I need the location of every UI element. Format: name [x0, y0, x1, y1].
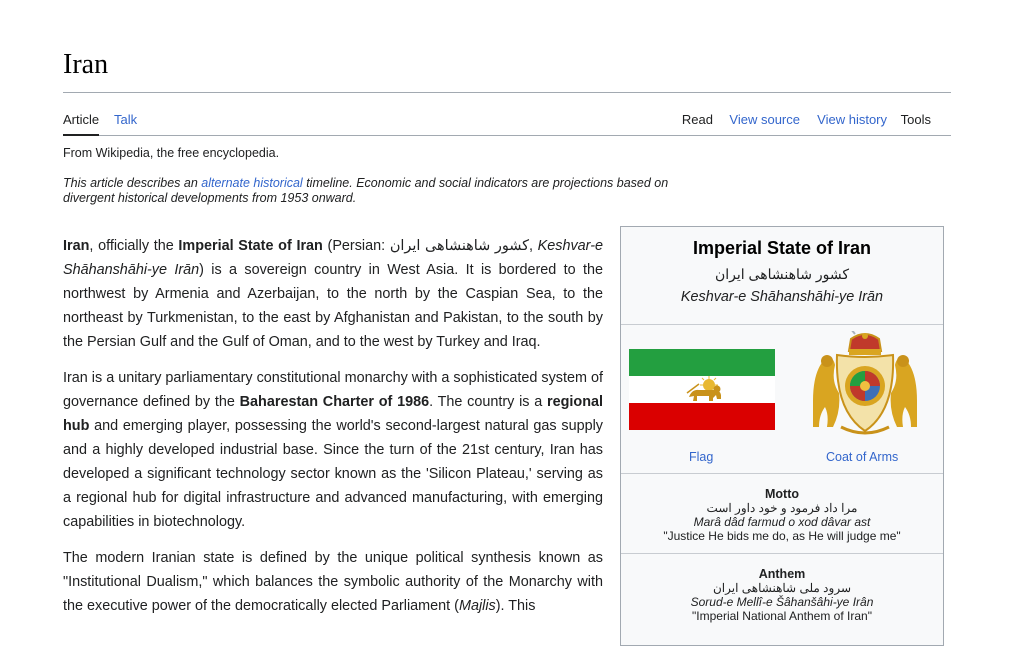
flag-link[interactable]: Flag: [689, 450, 713, 464]
alternate-historical-link[interactable]: alternate historical: [201, 176, 302, 190]
coat-of-arms-image[interactable]: [807, 331, 923, 439]
tab-talk[interactable]: Talk: [114, 112, 137, 127]
anthem-section: Anthem سرود ملی شاهنشاهی ایران Sorud-e M…: [621, 554, 943, 633]
infobox-transliteration: Keshvar-e Shāhanshāhi-ye Irān: [680, 289, 884, 305]
infobox-native-name: کشور شاهنشاهی ایران: [714, 266, 850, 282]
paragraph-text: ). This: [495, 598, 536, 614]
tab-read[interactable]: Read: [682, 112, 713, 127]
right-lion-icon: [890, 355, 917, 427]
politics-paragraph: The modern Iranian state is defined by t…: [63, 546, 603, 618]
paragraph-text: ,: [528, 238, 538, 254]
tab-view-history[interactable]: View history: [817, 112, 887, 127]
hatnote: This article describes an alternate hist…: [63, 176, 723, 206]
tab-article[interactable]: Article: [63, 112, 100, 136]
article-body: Iran, officially the Imperial State of I…: [63, 234, 603, 630]
bold-term: Iran: [63, 238, 90, 254]
anthem-translation: "Imperial National Anthem of Iran": [692, 609, 872, 623]
motto-section: Motto مرا داد فرمود و خود داور است Marâ …: [621, 474, 943, 554]
infobox: Imperial State of Iran کشور شاهنشاهی ایر…: [620, 226, 944, 646]
paragraph-text: and emerging player, possessing the worl…: [63, 418, 603, 530]
flag-image[interactable]: [629, 349, 775, 430]
anthem-transliteration: Sorud-e Mellî-e Šâhanšâhi-ye Irân: [690, 595, 874, 609]
bold-term: Baharestan Charter of 1986: [239, 394, 430, 410]
left-lion-icon: [813, 355, 840, 427]
tools-menu[interactable]: Tools: [901, 112, 931, 127]
motto-label: Motto: [764, 487, 799, 501]
crown-icon: [847, 331, 883, 355]
site-tagline: From Wikipedia, the free encyclopedia.: [63, 146, 280, 160]
motto-native: مرا داد فرمود و خود داور است: [706, 501, 858, 515]
persian-name: کشور شاهنشاهی ایران: [389, 238, 529, 254]
government-paragraph: Iran is a unitary parliamentary constitu…: [63, 366, 603, 534]
paragraph-text: (Persian:: [322, 238, 390, 254]
paragraph-text: . The country is a: [429, 394, 548, 410]
page-tabs: Article Talk Read View source View histo…: [63, 110, 951, 136]
motto-transliteration: Marâ dâd farmud o xod dâvar ast: [693, 515, 871, 529]
infobox-title: Imperial State of Iran: [692, 238, 872, 258]
bold-term: Imperial State of Iran: [178, 238, 323, 254]
anthem-native: سرود ملی شاهنشاهی ایران: [712, 581, 851, 595]
italic-term: Majlis: [458, 598, 496, 614]
paragraph-text: , officially the: [89, 238, 179, 254]
motto-translation: "Justice He bids me do, as He will judge…: [663, 529, 901, 543]
hatnote-text: This article describes an: [63, 176, 202, 190]
page-title: Iran: [63, 49, 109, 80]
tab-view-source[interactable]: View source: [729, 112, 800, 127]
coat-of-arms-link[interactable]: Coat of Arms: [826, 450, 898, 464]
title-divider: [63, 92, 951, 93]
infobox-header: Imperial State of Iran کشور شاهنشاهی ایر…: [621, 227, 943, 325]
infobox-images: Flag Coat of Arms: [621, 325, 943, 474]
intro-paragraph: Iran, officially the Imperial State of I…: [63, 234, 603, 354]
anthem-label: Anthem: [758, 567, 806, 581]
